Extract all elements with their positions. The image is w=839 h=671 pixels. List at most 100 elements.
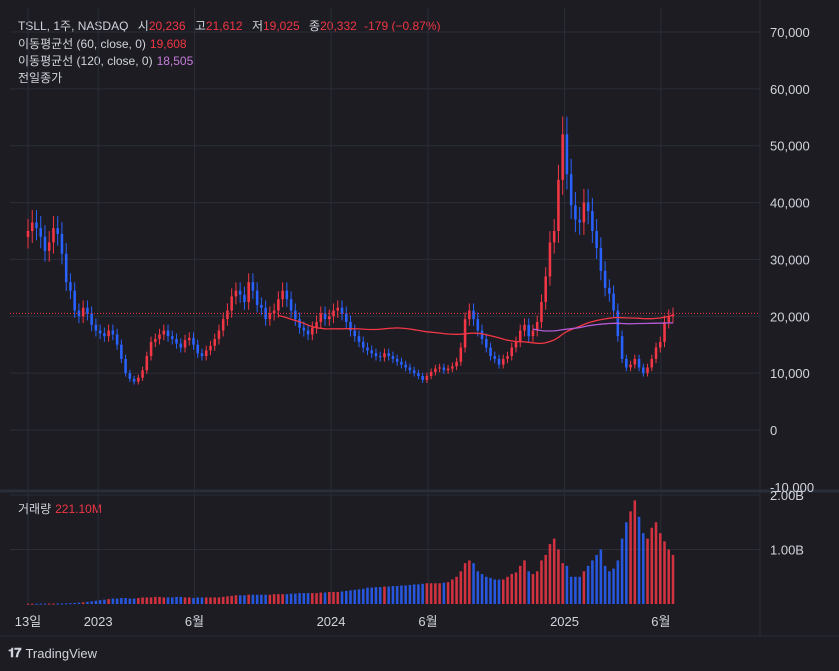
candle-body	[353, 330, 357, 337]
candle-body	[370, 350, 373, 354]
volume-tick-label: 2.00B	[770, 488, 804, 503]
volume-bar	[171, 597, 174, 604]
candle-body	[374, 353, 378, 357]
volume-bar	[94, 600, 98, 604]
candle-body	[501, 358, 505, 365]
volume-bar	[535, 571, 539, 604]
candle-body	[565, 134, 569, 175]
candle-body	[497, 358, 501, 365]
price-tick-label: 0	[770, 423, 777, 438]
candle-body	[213, 339, 216, 346]
volume-bar	[77, 602, 81, 604]
volume-bar	[501, 579, 505, 604]
volume-bar	[272, 594, 276, 604]
time-tick-label: 6월	[185, 614, 204, 629]
volume-bar	[323, 592, 327, 604]
candle-body	[115, 334, 119, 345]
candle-body	[361, 341, 365, 348]
volume-bar	[497, 579, 501, 604]
candle-body	[289, 299, 293, 311]
volume-bar	[35, 603, 38, 605]
volume-bar	[281, 594, 284, 604]
volume-bar	[289, 593, 293, 604]
candle-body	[107, 330, 110, 337]
volume-bar	[667, 549, 671, 604]
candle-body	[64, 253, 68, 283]
candle-body	[302, 327, 306, 331]
time-tick-label: 6월	[418, 614, 437, 629]
volume-bar	[442, 582, 446, 604]
candle-body	[340, 307, 344, 314]
time-tick-label: 2025	[550, 614, 579, 629]
volume-bar	[561, 563, 564, 604]
candle-body	[667, 316, 671, 322]
volume-bar	[183, 597, 187, 604]
volume-bar	[574, 576, 577, 604]
volume-bar	[255, 594, 259, 604]
candle-body	[552, 231, 556, 243]
candle-body	[306, 330, 310, 335]
volume-bar	[39, 603, 43, 605]
candle-body	[124, 358, 127, 374]
volume-bar	[527, 571, 530, 604]
candle-body	[599, 248, 603, 271]
candle-body	[438, 367, 441, 369]
volume-bar	[179, 596, 183, 604]
volume-tick-label: 1.00B	[770, 543, 804, 558]
time-tick-label: 13일	[15, 614, 41, 629]
price-chart[interactable]: 70,000 60,000 50,000 40,000 30,000 20,000 10,0…	[0, 0, 839, 671]
candle-body	[480, 330, 484, 340]
volume-bar	[64, 603, 68, 605]
candle-body	[557, 179, 560, 231]
candle-body	[595, 231, 598, 249]
candle-body	[625, 358, 628, 368]
volume-bar	[268, 594, 272, 604]
candle-body	[69, 282, 72, 291]
candle-body	[204, 350, 208, 357]
volume-bar	[493, 579, 497, 604]
tradingview-brand[interactable]: 𝟏𝟕 TradingView	[8, 645, 97, 661]
volume-bar	[311, 593, 314, 604]
candle-body	[111, 330, 115, 335]
volume-bar	[646, 538, 649, 604]
volume-bar	[124, 598, 127, 604]
time-tick-label: 6월	[651, 614, 670, 629]
candle-body	[620, 336, 624, 359]
candle-body	[574, 205, 577, 220]
candle-body	[30, 222, 34, 231]
price-tick-label: 60,000	[770, 82, 810, 97]
candle-body	[315, 321, 318, 328]
volume-bar	[251, 594, 255, 604]
candle-body	[162, 330, 166, 335]
candle-body	[166, 330, 170, 337]
volume-bar	[132, 598, 136, 604]
candle-body	[378, 356, 382, 358]
volume-bar	[298, 593, 301, 604]
candle-body	[472, 310, 475, 320]
ma120-line	[532, 322, 674, 332]
volume-bar	[115, 598, 119, 604]
candle-body	[446, 368, 450, 371]
candle-body	[47, 242, 51, 251]
tradingview-name: TradingView	[25, 645, 98, 661]
time-tick-label: 2023	[84, 614, 113, 629]
candle-body	[196, 344, 200, 354]
volume-bar	[336, 592, 340, 604]
volume-bar	[145, 597, 149, 604]
volume-bar	[56, 603, 59, 605]
candle-body	[158, 334, 161, 340]
volume-bar	[633, 500, 637, 604]
volume-bar	[663, 541, 666, 604]
volume-bar	[149, 597, 153, 604]
candle-body	[277, 299, 280, 311]
candle-body	[141, 370, 144, 378]
volume-bar	[463, 563, 467, 604]
candle-body	[646, 367, 649, 374]
candle-body	[642, 367, 645, 374]
candle-body	[39, 228, 43, 237]
volume-bar	[642, 533, 645, 604]
candle-body	[417, 373, 420, 376]
volume-bar	[103, 599, 106, 604]
volume-bar	[302, 593, 306, 604]
candle-body	[260, 304, 263, 308]
